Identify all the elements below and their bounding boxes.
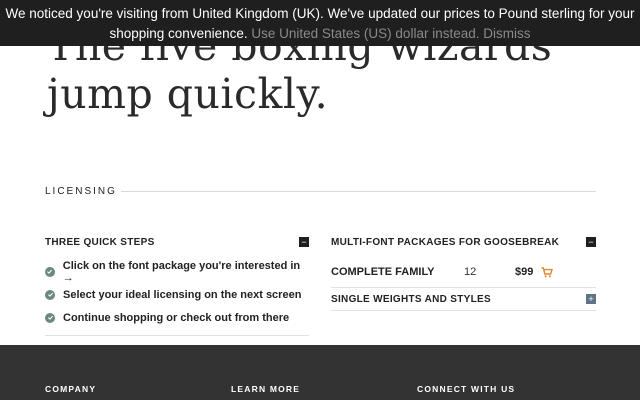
step-text: Select your ideal licensing on the next … <box>63 288 302 301</box>
quick-steps-header[interactable]: THREE QUICK STEPS − <box>45 232 309 252</box>
footer-learn-more-heading: LEARN MORE <box>231 384 301 394</box>
cart-icon[interactable] <box>541 266 553 278</box>
licensing-section-heading: LICENSING <box>45 184 596 198</box>
single-weights-row[interactable]: SINGLE WEIGHTS AND STYLES + <box>331 288 596 310</box>
specimen-line-2: jump quickly. <box>47 70 329 118</box>
quick-steps-title: THREE QUICK STEPS <box>45 236 155 248</box>
check-circle-icon <box>45 289 55 300</box>
expand-single-weights-button[interactable]: + <box>586 294 596 304</box>
check-circle-icon <box>45 312 55 323</box>
licensing-label: LICENSING <box>45 185 117 197</box>
single-weights-divider <box>331 310 596 311</box>
check-circle-icon <box>45 266 55 277</box>
packages-title: MULTI-FONT PACKAGES FOR GOOSEBREAK <box>331 236 560 248</box>
complete-family-row[interactable]: COMPLETE FAMILY 12 $99 <box>331 257 596 287</box>
quick-steps-panel: THREE QUICK STEPS − Click on the font pa… <box>45 232 309 336</box>
dismiss-link[interactable]: Dismiss <box>483 26 530 41</box>
steps-divider <box>45 335 309 336</box>
single-weights-title: SINGLE WEIGHTS AND STYLES <box>331 293 491 305</box>
steps-list: Click on the font package you're interes… <box>45 260 309 329</box>
store-notice-banner: We noticed you're visiting from United K… <box>0 0 640 46</box>
step-text: Continue shopping or check out from ther… <box>63 311 290 324</box>
site-footer: COMPANY LEARN MORE CONNECT WITH US <box>0 345 640 400</box>
list-item: Continue shopping or check out from ther… <box>45 306 309 329</box>
packages-header[interactable]: MULTI-FONT PACKAGES FOR GOOSEBREAK − <box>331 232 596 252</box>
list-item: Click on the font package you're interes… <box>45 259 309 284</box>
collapse-packages-button[interactable]: − <box>586 237 596 247</box>
font-count: 12 <box>464 266 477 278</box>
use-usd-link[interactable]: Use United States (US) dollar instead. <box>251 26 479 41</box>
licensing-divider <box>120 190 596 192</box>
footer-company-heading: COMPANY <box>45 384 97 394</box>
step-text: Click on the font package you're interes… <box>62 259 301 284</box>
package-name: COMPLETE FAMILY <box>331 266 435 278</box>
package-price: $99 <box>515 266 534 278</box>
list-item: Select your ideal licensing on the next … <box>45 283 309 306</box>
footer-connect-heading: CONNECT WITH US <box>417 384 516 394</box>
collapse-steps-button[interactable]: − <box>299 237 309 247</box>
packages-panel: MULTI-FONT PACKAGES FOR GOOSEBREAK − COM… <box>331 232 596 311</box>
